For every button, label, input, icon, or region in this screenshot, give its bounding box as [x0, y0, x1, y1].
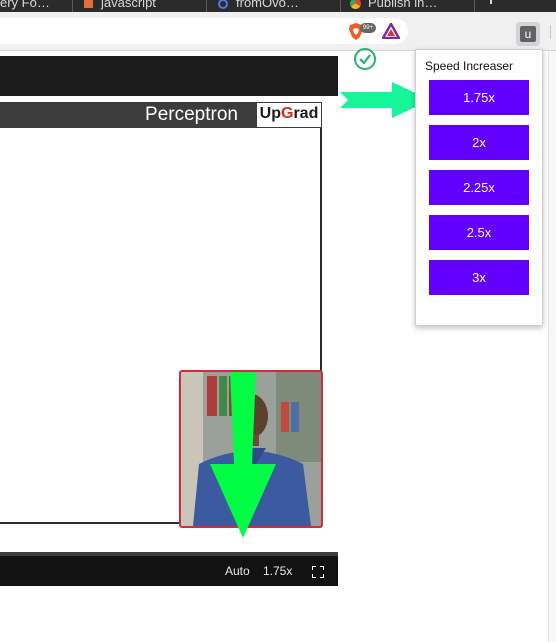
speed-increaser-extension-button[interactable]: u: [516, 22, 540, 46]
playback-speed-button[interactable]: 1.75x: [263, 564, 292, 578]
page-scrollbar[interactable]: [548, 51, 556, 642]
tab-divider: [72, 0, 73, 12]
extension-u-icon: u: [520, 26, 536, 42]
tab-divider: [340, 0, 341, 12]
check-circle-icon: [353, 47, 377, 71]
browser-tab[interactable]: javascript: [84, 0, 156, 12]
quality-selector[interactable]: Auto: [225, 564, 250, 578]
browser-tab[interactable]: ery Fo…: [0, 0, 50, 12]
arrow-down-annotation-icon: [208, 372, 278, 540]
slide-header: Perceptron UpGrad: [0, 102, 322, 128]
popup-title: Speed Increaser: [425, 59, 514, 73]
speed-2-25x-button[interactable]: 2.25x: [429, 170, 529, 205]
brave-rewards-icon[interactable]: [380, 21, 402, 40]
tab-title: fromOvo…: [236, 0, 299, 10]
new-tab-icon[interactable]: [490, 0, 492, 4]
browser-tab[interactable]: Publish in…: [350, 0, 437, 12]
fullscreen-icon[interactable]: [311, 565, 325, 579]
speed-2-5x-button[interactable]: 2.5x: [429, 215, 529, 250]
tab-divider: [474, 0, 475, 12]
browser-tab[interactable]: fromOvo…: [218, 0, 299, 12]
toolbar-divider: [550, 25, 551, 39]
tab-title: ery Fo…: [0, 0, 50, 10]
globe-icon: [218, 0, 228, 9]
speed-increaser-popup: Speed Increaser 1.75x 2x 2.25x 2.5x 3x: [415, 49, 543, 326]
address-bar[interactable]: 99+: [0, 18, 408, 44]
speed-2x-button[interactable]: 2x: [429, 125, 529, 160]
browser-toolbar: 99+: [0, 12, 556, 51]
tab-divider: [206, 0, 207, 12]
player-top-bar: [0, 56, 338, 96]
slide-title: Perceptron: [145, 104, 238, 125]
document-icon: [84, 0, 93, 9]
upgrad-logo: UpGrad: [257, 103, 321, 127]
brave-badge: 99+: [360, 23, 376, 33]
tab-title: Publish in…: [368, 0, 438, 10]
player-controls: Auto 1.75x: [0, 556, 338, 586]
browser-tab-strip: ery Fo… javascript fromOvo… Publish in…: [0, 0, 556, 12]
speed-1-75x-button[interactable]: 1.75x: [429, 80, 529, 115]
chrome-web-store-icon: [350, 0, 361, 10]
speed-3x-button[interactable]: 3x: [429, 260, 529, 295]
tab-title: javascript: [101, 0, 156, 10]
